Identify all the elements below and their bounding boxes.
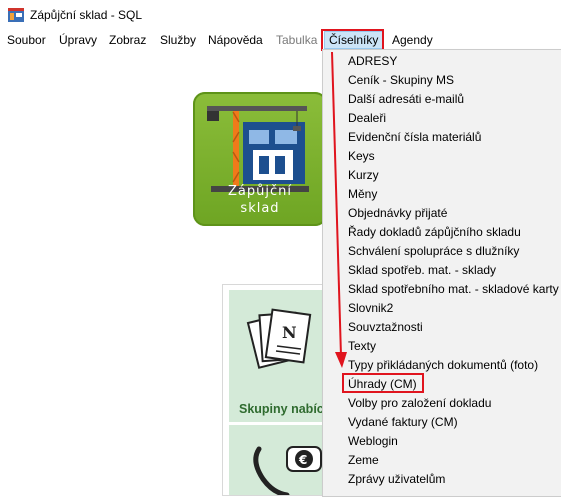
svg-text:N: N: [282, 323, 297, 342]
menu-zobraz[interactable]: Zobraz: [109, 33, 146, 47]
menu-item-zpravy[interactable]: Zprávy uživatelům: [348, 472, 445, 486]
title-bar: Zápůjční sklad - SQL: [0, 0, 561, 30]
menu-item-texty[interactable]: Texty: [348, 339, 376, 353]
logo-title-line2: sklad: [240, 201, 280, 216]
menu-tabulka: Tabulka: [276, 33, 318, 47]
menu-bar: Soubor Úpravy Zobraz Služby Nápověda Tab…: [0, 30, 561, 50]
menu-item-evidencni-cisla[interactable]: Evidenční čísla materiálů: [348, 130, 481, 144]
menu-agendy[interactable]: Agendy: [392, 33, 433, 47]
menu-sluzby[interactable]: Služby: [160, 33, 196, 47]
menu-item-weblogin[interactable]: Weblogin: [348, 434, 398, 448]
menu-upravy[interactable]: Úpravy: [59, 33, 97, 47]
menu-item-dealeri[interactable]: Dealeři: [348, 111, 386, 125]
tile-label-skupiny: Skupiny nabíc: [239, 402, 324, 416]
menu-item-kurzy[interactable]: Kurzy: [348, 168, 379, 182]
annotation-highlight-uhrady: [342, 373, 424, 393]
annotation-highlight-ciselniky: [321, 29, 384, 51]
menu-item-adresy[interactable]: ADRESY: [348, 54, 397, 68]
app-logo: Zápůjční sklad: [193, 92, 327, 226]
window-title: Zápůjční sklad - SQL: [30, 8, 143, 22]
menu-item-volby[interactable]: Volby pro založení dokladu: [348, 396, 491, 410]
menu-item-typy-dokumentu[interactable]: Typy přikládaných dokumentů (foto): [348, 358, 538, 372]
menu-soubor[interactable]: Soubor: [7, 33, 46, 47]
menu-item-objednavky[interactable]: Objednávky přijaté: [348, 206, 447, 220]
menu-item-keys[interactable]: Keys: [348, 149, 375, 163]
ciselniky-dropdown: ADRESY Ceník - Skupiny MS Další adresáti…: [322, 49, 561, 497]
warehouse-icon: [8, 8, 24, 22]
menu-item-rady-dokladu[interactable]: Řady dokladů zápůjčního skladu: [348, 225, 521, 239]
menu-item-sklad-karty[interactable]: Sklad spotřebního mat. - skladové karty: [348, 282, 559, 296]
tiles-panel: N Skupiny nabíc €: [222, 284, 339, 496]
menu-item-souvztaznosti[interactable]: Souvztažnosti: [348, 320, 423, 334]
menu-item-meny[interactable]: Měny: [348, 187, 377, 201]
menu-item-cenik-skupiny-ms[interactable]: Ceník - Skupiny MS: [348, 73, 454, 87]
svg-text:€: €: [298, 453, 307, 467]
menu-item-slovnik2[interactable]: Slovnik2: [348, 301, 393, 315]
menu-item-zeme[interactable]: Zeme: [348, 453, 379, 467]
menu-item-sklad-sklady[interactable]: Sklad spotřeb. mat. - sklady: [348, 263, 496, 277]
menu-napoveda[interactable]: Nápověda: [208, 33, 263, 47]
menu-item-schvaleni[interactable]: Schválení spolupráce s dlužníky: [348, 244, 519, 258]
menu-item-dalsi-adresati[interactable]: Další adresáti e-mailů: [348, 92, 464, 106]
logo-title-line1: Zápůjční: [228, 184, 292, 199]
menu-item-vydane-faktury[interactable]: Vydané faktury (CM): [348, 415, 458, 429]
